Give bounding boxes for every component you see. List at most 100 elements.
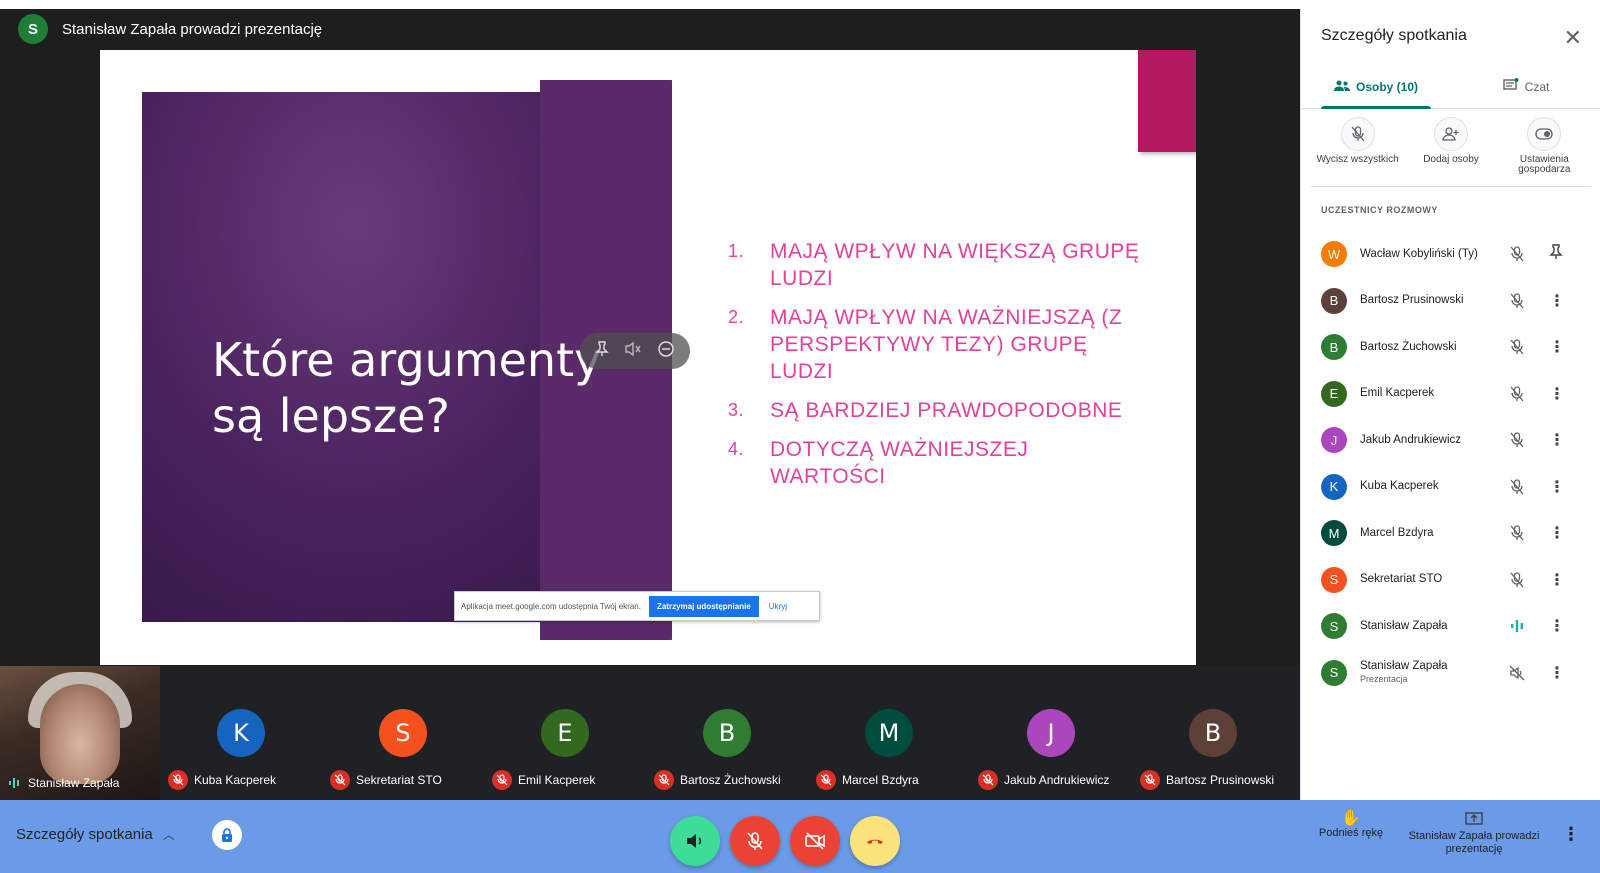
participants-header: UCZESTNICY ROZMOWY bbox=[1321, 205, 1438, 215]
mic-off-icon bbox=[492, 770, 512, 790]
presenter-text: Stanisław Zapała prowadzi prezentację bbox=[62, 20, 323, 38]
hang-up-button[interactable] bbox=[850, 816, 900, 866]
participant-avatar: J bbox=[1027, 709, 1075, 757]
participant-avatar: M bbox=[865, 709, 913, 757]
phone-hangup-icon bbox=[867, 839, 883, 844]
more-options-icon[interactable]: ⋮ bbox=[1562, 824, 1580, 845]
participant-row[interactable]: S Stanisław Zapała Prezentacja ⋮ bbox=[1301, 650, 1600, 697]
mic-off-icon bbox=[1340, 117, 1375, 151]
participant-tile[interactable]: K Kuba Kacperek bbox=[160, 666, 322, 800]
participant-name-block: Jakub Andrukiewicz bbox=[1360, 434, 1515, 447]
participant-name: Sekretariat STO bbox=[356, 773, 442, 787]
more-options-icon[interactable]: ⋮ bbox=[1549, 337, 1565, 357]
participant-name: Wacław Kobyliński (Ty) bbox=[1360, 247, 1478, 260]
screen-share-notice: Aplikacja meet.google.com udostępnia Twó… bbox=[454, 591, 820, 621]
tab-chat[interactable]: Czat bbox=[1451, 65, 1600, 108]
mic-off-icon bbox=[816, 770, 836, 790]
panel-tabs: Osoby (10) Czat bbox=[1301, 65, 1600, 109]
slide-item-text: Są bardziej prawdopodobne bbox=[770, 399, 1123, 422]
slide-list-item: 1. Mają wpływ na większą grupę ludzi bbox=[728, 238, 1148, 292]
more-options-icon[interactable]: ⋮ bbox=[1549, 477, 1565, 497]
participant-row[interactable]: E Emil Kacperek ⋮ bbox=[1301, 371, 1600, 418]
slide-title-line1: Które argumenty bbox=[212, 333, 602, 387]
slide-list-item: 4. Dotyczą ważniejszej wartości bbox=[728, 436, 1148, 490]
more-options-icon[interactable]: ⋮ bbox=[1549, 616, 1565, 636]
pin-icon[interactable] bbox=[1549, 244, 1563, 265]
participant-tile[interactable]: B Bartosz Żuchowski bbox=[646, 666, 808, 800]
participant-subtitle: Prezentacja bbox=[1360, 673, 1408, 684]
lock-icon[interactable] bbox=[212, 820, 242, 850]
participant-name: Sekretariat STO bbox=[1360, 573, 1443, 586]
slide-title-line2: są lepsze? bbox=[212, 389, 450, 443]
participant-avatar: S bbox=[1321, 613, 1347, 640]
raise-hand-button[interactable]: ✋ Podnieś rękę bbox=[1306, 810, 1396, 856]
speaker-button[interactable] bbox=[670, 816, 720, 866]
meeting-details-label: Szczegóły spotkania bbox=[16, 826, 153, 843]
more-options-icon[interactable]: ⋮ bbox=[1549, 663, 1565, 683]
self-video-face bbox=[40, 684, 120, 784]
remove-icon[interactable] bbox=[657, 340, 675, 363]
stop-sharing-button[interactable]: Zatrzymaj udostępnianie bbox=[648, 595, 759, 617]
tab-people[interactable]: Osoby (10) bbox=[1301, 65, 1451, 109]
mic-off-icon bbox=[1509, 339, 1525, 355]
speaker-icon bbox=[687, 834, 702, 848]
people-icon bbox=[1333, 79, 1350, 95]
mic-off-icon bbox=[1509, 246, 1525, 262]
participant-avatar: S bbox=[1321, 659, 1347, 686]
participant-row[interactable]: S Stanisław Zapała ⋮ bbox=[1301, 603, 1600, 650]
hand-icon: ✋ bbox=[1341, 810, 1361, 827]
slide-list-item: 3. Są bardziej prawdopodobne bbox=[728, 397, 1148, 424]
present-screen-icon bbox=[1404, 812, 1544, 828]
participant-row[interactable]: S Sekretariat STO ⋮ bbox=[1301, 557, 1600, 604]
participant-avatar: E bbox=[1321, 380, 1347, 407]
more-options-icon[interactable]: ⋮ bbox=[1549, 570, 1565, 590]
participant-name: Kuba Kacperek bbox=[194, 773, 277, 787]
participant-name: Marcel Bzdyra bbox=[1360, 526, 1434, 539]
participant-row[interactable]: W Wacław Kobyliński (Ty) bbox=[1301, 231, 1600, 278]
tab-chat-label: Czat bbox=[1524, 79, 1550, 94]
participant-avatar: B bbox=[703, 709, 751, 757]
raise-hand-label: Podnieś rękę bbox=[1318, 827, 1384, 839]
mic-off-icon bbox=[1509, 293, 1525, 309]
slide-item-text: Mają wpływ na większą grupę ludzi bbox=[770, 240, 1140, 290]
tile-hover-controls bbox=[580, 333, 690, 369]
self-video-tile[interactable]: Stanisław Zapała bbox=[0, 666, 160, 800]
host-settings-button[interactable]: Ustawienia gospodarza bbox=[1499, 117, 1589, 186]
participant-row[interactable]: B Bartosz Prusinowski ⋮ bbox=[1301, 278, 1600, 325]
close-icon[interactable]: ✕ bbox=[1564, 25, 1582, 51]
more-options-icon[interactable]: ⋮ bbox=[1549, 430, 1565, 450]
participant-name: Bartosz Żuchowski bbox=[1360, 340, 1457, 353]
meeting-details-panel: Szczegóły spotkania ✕ Osoby (10) Czat Wy… bbox=[1300, 9, 1600, 800]
camera-button[interactable] bbox=[790, 816, 840, 866]
slide-title: Które argumenty są lepsze? bbox=[212, 332, 632, 444]
participant-tile[interactable]: B Bartosz Prusinowski bbox=[1132, 666, 1294, 800]
mute-all-label: Wycisz wszystkich bbox=[1316, 154, 1399, 165]
participant-row[interactable]: K Kuba Kacperek ⋮ bbox=[1301, 464, 1600, 511]
more-options-icon[interactable]: ⋮ bbox=[1549, 523, 1565, 543]
pin-icon[interactable] bbox=[595, 340, 610, 362]
presentation-button[interactable]: Stanisław Zapała prowadzi prezentację bbox=[1404, 812, 1544, 856]
participant-name: Jakub Andrukiewicz bbox=[1004, 773, 1110, 787]
more-options-icon[interactable]: ⋮ bbox=[1549, 384, 1565, 404]
participant-tile[interactable]: E Emil Kacperek bbox=[484, 666, 646, 800]
participant-name: Bartosz Prusinowski bbox=[1360, 294, 1464, 307]
meeting-details-button[interactable]: Szczegóły spotkania ︿ bbox=[16, 826, 175, 843]
mute-participant-icon[interactable] bbox=[624, 341, 642, 362]
participant-avatar: K bbox=[1321, 473, 1347, 500]
mute-all-button[interactable]: Wycisz wszystkich bbox=[1313, 117, 1403, 186]
right-controls: ✋ Podnieś rękę Stanisław Zapała prowadzi… bbox=[1306, 810, 1600, 856]
participant-tile[interactable]: J Jakub Andrukiewicz bbox=[970, 666, 1132, 800]
mic-off-icon bbox=[1509, 525, 1525, 541]
participant-name-block: Sekretariat STO bbox=[1360, 573, 1515, 586]
participant-row[interactable]: M Marcel Bzdyra ⋮ bbox=[1301, 510, 1600, 557]
add-people-button[interactable]: Dodaj osoby bbox=[1406, 117, 1496, 186]
microphone-button[interactable] bbox=[730, 816, 780, 866]
more-options-icon[interactable]: ⋮ bbox=[1549, 291, 1565, 311]
participant-row[interactable]: J Jakub Andrukiewicz ⋮ bbox=[1301, 417, 1600, 464]
participant-avatar: B bbox=[1321, 334, 1347, 361]
participant-row[interactable]: B Bartosz Żuchowski ⋮ bbox=[1301, 324, 1600, 371]
participant-tile[interactable]: S Sekretariat STO bbox=[322, 666, 484, 800]
add-people-label: Dodaj osoby bbox=[1423, 154, 1479, 165]
hide-notice-button[interactable]: Ukryj bbox=[769, 602, 787, 611]
participant-tile[interactable]: M Marcel Bzdyra bbox=[808, 666, 970, 800]
